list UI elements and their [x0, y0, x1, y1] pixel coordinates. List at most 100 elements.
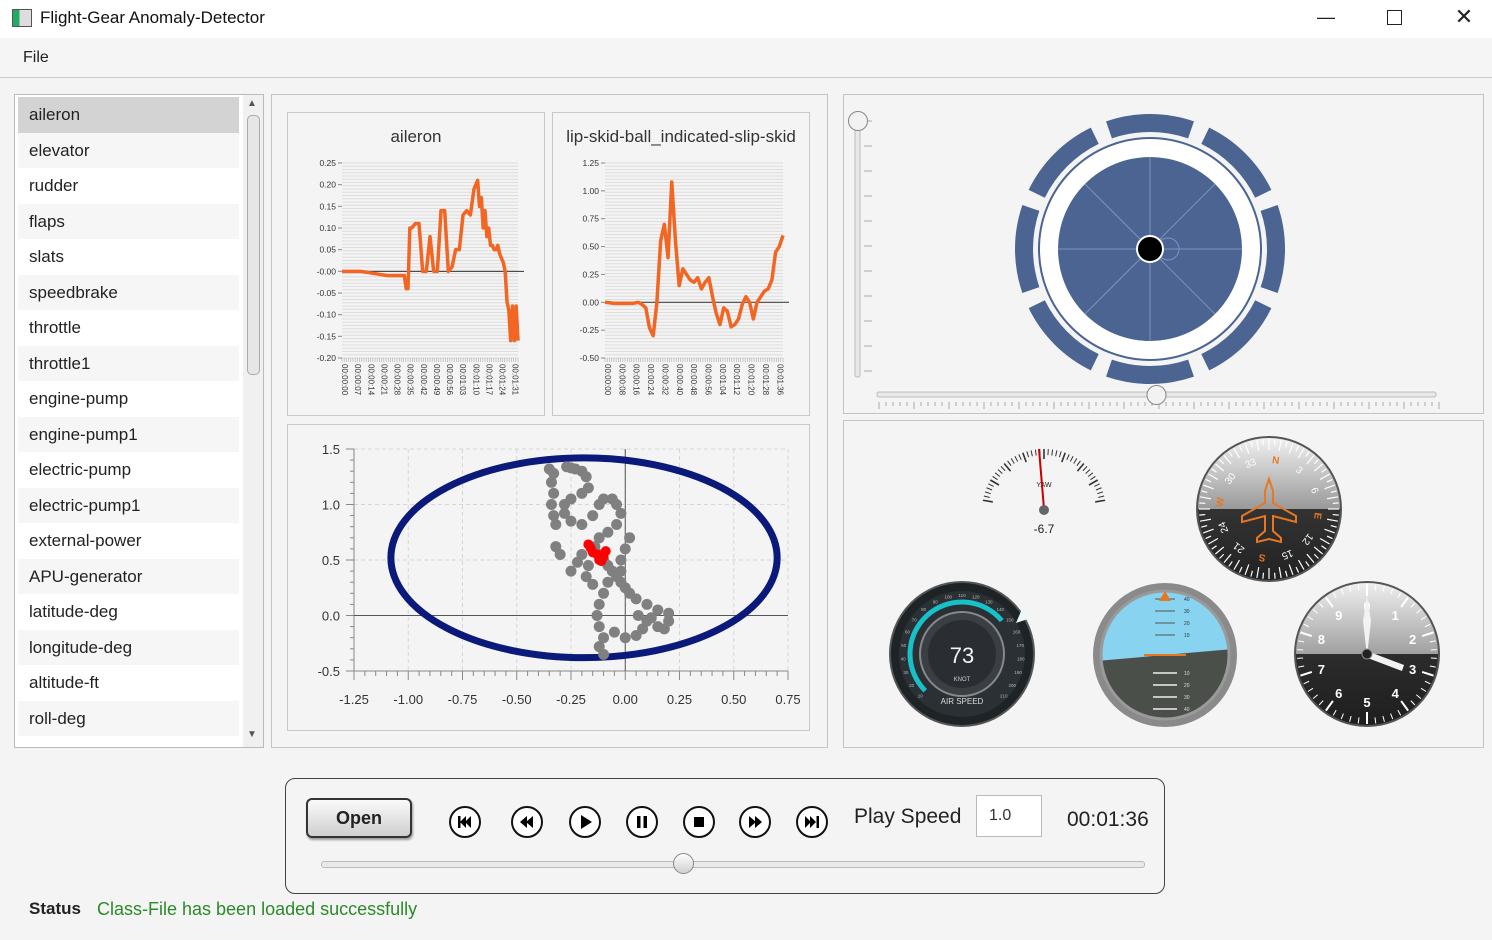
normal-point — [550, 518, 562, 530]
pause-icon — [626, 806, 658, 838]
throttle-slider-knob[interactable] — [848, 111, 868, 131]
attribute-item-apu-generator[interactable]: APU-generator — [18, 558, 239, 594]
timeline-slider-knob[interactable] — [672, 853, 694, 874]
rudder-slider-knob[interactable] — [1146, 385, 1167, 405]
attribute-item-latitude-deg[interactable]: latitude-deg — [18, 594, 239, 630]
gauges-svg: YAW -6.7 N36E1215S2124W3033 10 20 30 40 50 60… — [889, 436, 1440, 727]
airspeed-scale-label: 210 — [1000, 694, 1008, 699]
stop-icon — [683, 806, 715, 838]
x-tick-label: 00:00:35 — [406, 364, 415, 396]
airspeed-scale-label: 170 — [1017, 643, 1025, 648]
attitude-indicator: 10 20 30 40 10 20 30 40 — [1093, 583, 1237, 727]
fast-forward-button[interactable] — [738, 805, 772, 839]
attribute-item-elevator[interactable]: elevator — [18, 132, 239, 168]
normal-point — [545, 499, 557, 510]
close-button[interactable]: ✕ — [1441, 0, 1487, 34]
x-tick-label: 00:01:10 — [471, 364, 480, 396]
x-tick-label: 00:01:28 — [761, 364, 770, 396]
y-tick-label: 0.0 — [322, 609, 340, 624]
y-tick-label: 0.25 — [319, 158, 336, 168]
attribute-item-aileron[interactable]: aileron — [18, 97, 239, 133]
x-tick-label: 00:00:32 — [660, 364, 669, 396]
correlated-chart: lip-skid-ball_indicated-slip-skid 1.25 1.… — [552, 112, 810, 416]
y-tick-label: 1.5 — [322, 442, 340, 457]
y-tick-label: 0.50 — [582, 242, 599, 252]
x-tick-label: 00:00:48 — [689, 364, 698, 396]
stop-button[interactable] — [682, 805, 716, 839]
attribute-item-engine-pump1[interactable]: engine-pump1 — [18, 416, 239, 452]
normal-point — [587, 578, 599, 590]
joystick-knob[interactable] — [1136, 235, 1164, 263]
attribute-item-engine-pump[interactable]: engine-pump — [18, 381, 239, 417]
x-tick-label: -1.00 — [393, 692, 423, 707]
normal-point — [598, 587, 610, 599]
airspeed-scale-label: 50 — [901, 643, 907, 648]
attribute-chart-svg: 0.25 0.20 0.15 0.10 0.05 -0.00 -0.05 -0.10 -0.15… — [317, 158, 524, 396]
joystick-ring-segment — [1106, 359, 1194, 384]
attitude-scale-label: 40 — [1184, 707, 1190, 713]
x-tick-label: 00:00:14 — [366, 364, 375, 396]
attribute-item-longitude-deg[interactable]: longitude-deg — [18, 629, 239, 665]
menu-file[interactable]: File — [23, 49, 49, 67]
altimeter-label: 6 — [1335, 686, 1342, 701]
title-bar: Flight-Gear Anomaly-Detector — ✕ — [0, 0, 1492, 38]
airspeed-label: AIR SPEED — [941, 697, 984, 706]
altimeter-label: 2 — [1409, 632, 1416, 647]
open-button[interactable]: Open — [306, 798, 412, 838]
timeline-track[interactable] — [321, 861, 1145, 868]
scroll-down-icon[interactable]: ▼ — [247, 729, 257, 740]
normal-point — [587, 510, 599, 522]
attribute-item-electric-pump1[interactable]: electric-pump1 — [18, 487, 239, 523]
airspeed-scale-label: 190 — [1014, 670, 1022, 675]
play-button[interactable] — [568, 805, 602, 839]
status-label: Status — [29, 899, 81, 918]
normal-point — [630, 629, 642, 641]
attitude-scale-label: 30 — [1184, 695, 1190, 701]
attitude-scale-label: 20 — [1184, 683, 1190, 689]
attribute-item-external-power[interactable]: external-power — [18, 523, 239, 559]
attribute-item-altitude-ft[interactable]: altitude-ft — [18, 665, 239, 701]
pause-button[interactable] — [625, 805, 659, 839]
normal-point — [611, 518, 623, 530]
throttle-track[interactable] — [854, 116, 861, 378]
attribute-list[interactable]: aileron elevator rudder flaps slats speedbrak… — [18, 97, 239, 736]
rewind-button[interactable] — [510, 805, 544, 839]
x-tick-label: 00:00:56 — [445, 364, 454, 396]
x-tick-label: 00:00:08 — [617, 364, 626, 396]
x-tick-label: 00:00:49 — [432, 364, 441, 396]
attribute-item-slats[interactable]: slats — [18, 239, 239, 275]
airspeed-scale-label: 70 — [912, 617, 918, 622]
attribute-item-rudder[interactable]: rudder — [18, 168, 239, 204]
skip-to-start-icon — [449, 806, 481, 838]
list-scrollbar[interactable]: ▲ ▼ — [243, 95, 263, 747]
attribute-item-throttle1[interactable]: throttle1 — [18, 345, 239, 381]
y-tick-label: 1.0 — [322, 498, 340, 513]
altimeter-label: 5 — [1363, 695, 1370, 710]
normal-point — [602, 576, 614, 588]
attribute-item-throttle[interactable]: throttle — [18, 310, 239, 346]
y-tick-label: 0.15 — [319, 201, 336, 211]
scroll-up-icon[interactable]: ▲ — [247, 98, 257, 109]
y-tick-label: 0.00 — [582, 297, 599, 307]
y-tick-label: 0.05 — [319, 245, 336, 255]
airspeed-indicator: 10 20 30 40 50 60 7080 90 100 110 120 130 140150 160 1… — [889, 581, 1035, 727]
attribute-item-flaps[interactable]: flaps — [18, 203, 239, 239]
airspeed-scale-label: 80 — [921, 607, 927, 612]
play-speed-input[interactable] — [976, 795, 1042, 837]
x-tick-label: 00:01:36 — [775, 364, 784, 396]
airspeed-scale-label: 180 — [1017, 657, 1025, 662]
scroll-thumb[interactable] — [247, 115, 260, 375]
normal-point — [630, 593, 642, 605]
minimize-button[interactable]: — — [1303, 0, 1349, 34]
skip-to-start-button[interactable] — [448, 805, 482, 839]
normal-point — [576, 548, 588, 560]
anomaly-point — [583, 539, 594, 550]
skip-to-end-button[interactable] — [795, 805, 829, 839]
maximize-icon — [1386, 9, 1402, 25]
airspeed-scale-label: 160 — [1013, 629, 1021, 634]
attribute-item-speedbrake[interactable]: speedbrake — [18, 274, 239, 310]
airspeed-scale-label: 30 — [903, 670, 909, 675]
attribute-item-roll-deg[interactable]: roll-deg — [18, 700, 239, 736]
attribute-item-electric-pump[interactable]: electric-pump — [18, 452, 239, 488]
maximize-button[interactable] — [1371, 0, 1417, 34]
